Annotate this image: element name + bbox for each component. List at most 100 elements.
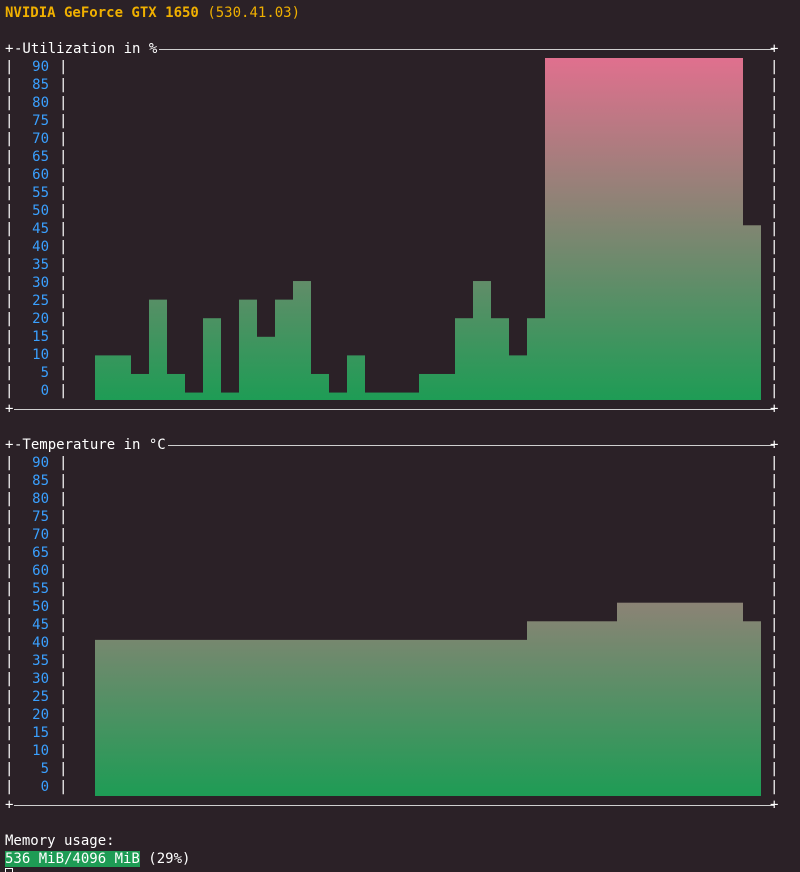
left-border: | xyxy=(5,527,14,543)
bar xyxy=(581,621,599,796)
left-border: | xyxy=(5,725,14,741)
y-tick-label: 5 xyxy=(40,365,49,381)
bar xyxy=(635,602,653,796)
y-tick-label: 60 xyxy=(32,563,49,579)
bar xyxy=(113,355,131,400)
bar xyxy=(653,58,671,400)
bar xyxy=(203,639,221,796)
bar xyxy=(671,58,689,400)
y-axis-line: | xyxy=(59,185,68,201)
y-tick-label: 25 xyxy=(32,689,49,705)
right-border: | xyxy=(770,527,779,543)
bar xyxy=(473,639,491,796)
y-tick-label: 10 xyxy=(32,347,49,363)
bar xyxy=(347,639,365,796)
bar xyxy=(491,639,509,796)
corner-top-right: + xyxy=(770,437,779,453)
gpu-header: NVIDIA GeForce GTX 1650 (530.41.03) xyxy=(5,4,300,22)
y-axis-line: | xyxy=(59,221,68,237)
bar xyxy=(257,639,275,796)
bar xyxy=(167,373,185,400)
y-axis-line: | xyxy=(59,527,68,543)
bar xyxy=(509,355,527,400)
bar xyxy=(167,639,185,796)
bar xyxy=(455,639,473,796)
y-axis-line: | xyxy=(59,455,68,471)
corner-bottom-left: + xyxy=(5,401,14,417)
bar xyxy=(707,58,725,400)
left-border: | xyxy=(5,77,14,93)
right-border: | xyxy=(770,59,779,75)
left-border: | xyxy=(5,149,14,165)
left-border: | xyxy=(5,509,14,525)
left-border: | xyxy=(5,635,14,651)
bar xyxy=(617,602,635,796)
left-border: | xyxy=(5,599,14,615)
y-axis-line: | xyxy=(59,491,68,507)
y-axis-line: | xyxy=(59,383,68,399)
temperature-chart xyxy=(95,602,761,796)
left-border: | xyxy=(5,167,14,183)
left-border: | xyxy=(5,689,14,705)
right-border: | xyxy=(770,347,779,363)
bar xyxy=(185,639,203,796)
corner-bottom-right: + xyxy=(770,401,779,417)
right-border: | xyxy=(770,131,779,147)
y-tick-label: 65 xyxy=(32,545,49,561)
bar xyxy=(311,639,329,796)
y-axis-line: | xyxy=(59,761,68,777)
bar xyxy=(563,621,581,796)
right-border: | xyxy=(770,599,779,615)
y-axis-line: | xyxy=(59,275,68,291)
bar xyxy=(221,392,239,400)
right-border: | xyxy=(770,275,779,291)
y-tick-label: 55 xyxy=(32,185,49,201)
left-border: | xyxy=(5,563,14,579)
y-tick-label: 75 xyxy=(32,113,49,129)
right-border: | xyxy=(770,203,779,219)
right-border: | xyxy=(770,653,779,669)
y-axis-line: | xyxy=(59,113,68,129)
bar xyxy=(545,58,563,400)
left-border: | xyxy=(5,185,14,201)
y-axis-line: | xyxy=(59,293,68,309)
bar xyxy=(545,621,563,796)
bar xyxy=(581,58,599,400)
bar xyxy=(617,58,635,400)
bar xyxy=(563,58,581,400)
y-tick-label: 20 xyxy=(32,311,49,327)
left-border: | xyxy=(5,329,14,345)
left-border: | xyxy=(5,761,14,777)
bar xyxy=(689,602,707,796)
y-axis-line: | xyxy=(59,599,68,615)
utilization-panel: + + -Utilization in % + + 90 85 80 75 70 65 60… xyxy=(0,40,800,417)
right-border: | xyxy=(770,779,779,795)
y-tick-label: 55 xyxy=(32,581,49,597)
y-axis-line: | xyxy=(59,509,68,525)
bar xyxy=(527,621,545,796)
y-tick-label: 75 xyxy=(32,509,49,525)
left-border: | xyxy=(5,113,14,129)
right-border: | xyxy=(770,509,779,525)
right-border: | xyxy=(770,149,779,165)
y-tick-label: 50 xyxy=(32,599,49,615)
right-border: | xyxy=(770,545,779,561)
corner-bottom-left: + xyxy=(5,797,14,813)
bar xyxy=(203,318,221,400)
bar xyxy=(491,318,509,400)
left-border: | xyxy=(5,473,14,489)
y-axis-line: | xyxy=(59,239,68,255)
right-border: | xyxy=(770,221,779,237)
left-border: | xyxy=(5,455,14,471)
y-tick-label: 20 xyxy=(32,707,49,723)
right-border: | xyxy=(770,167,779,183)
bar xyxy=(635,58,653,400)
left-border: | xyxy=(5,275,14,291)
y-tick-label: 35 xyxy=(32,257,49,273)
left-border: | xyxy=(5,653,14,669)
right-border: | xyxy=(770,311,779,327)
y-axis-line: | xyxy=(59,59,68,75)
bar xyxy=(689,58,707,400)
y-tick-label: 35 xyxy=(32,653,49,669)
temperature-panel: + + -Temperature in °C + + 90 85 80 75 70 65 6… xyxy=(0,436,800,813)
